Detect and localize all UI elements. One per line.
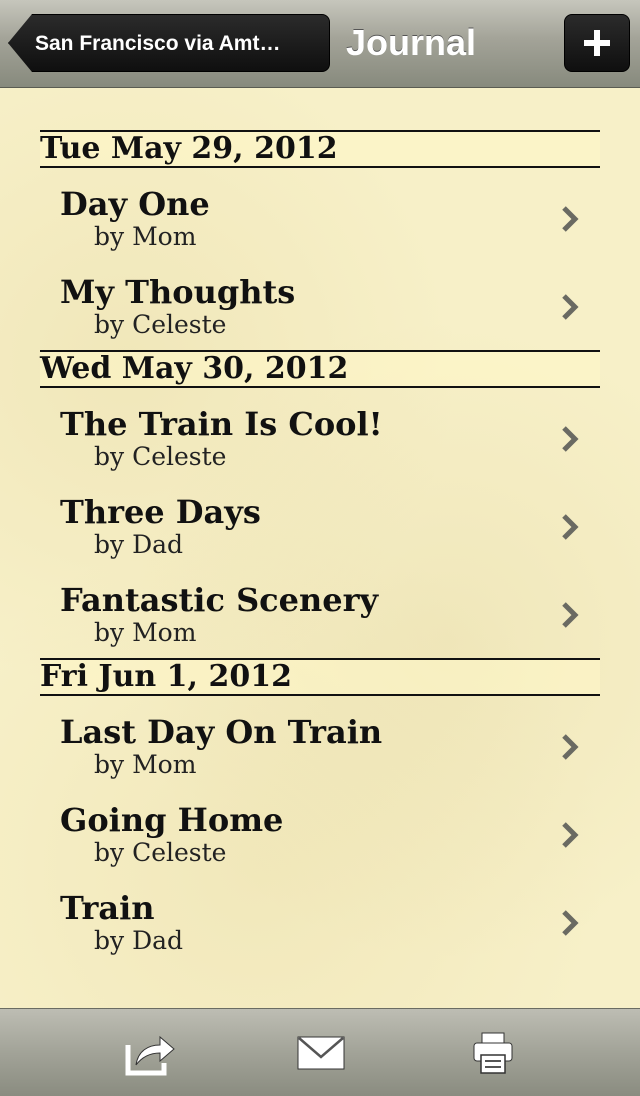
section-header: Fri Jun 1, 2012 [40,658,600,696]
entry-author: by Celeste [94,442,227,471]
entry-author: by Mom [94,618,197,647]
print-icon[interactable] [472,1027,514,1079]
entry-author: by Mom [94,222,197,251]
entry-author: by Celeste [94,310,227,339]
chevron-right-icon [562,426,579,452]
list-item[interactable]: Three Days by Dad [0,492,640,580]
entry-title: The Train Is Cool! [60,405,383,443]
chevron-right-icon [562,294,579,320]
chevron-right-icon [562,514,579,540]
entry-author: by Dad [94,530,184,559]
list-item[interactable]: Going Home by Celeste [0,800,640,888]
entry-author: by Mom [94,750,197,779]
list-item[interactable]: Day One by Mom [0,184,640,272]
entry-title: Three Days [60,493,261,531]
bottom-toolbar [0,1008,640,1096]
mail-icon[interactable] [296,1027,346,1079]
back-button-label: San Francisco via Amt… [35,32,281,55]
chevron-right-icon [562,734,579,760]
back-button[interactable]: San Francisco via Amt… [8,14,330,72]
entry-author: by Dad [94,926,184,955]
list-item[interactable]: Train by Dad [0,888,640,976]
entry-title: Going Home [60,801,284,839]
list-item[interactable]: Last Day On Train by Mom [0,712,640,800]
list-item[interactable]: Fantastic Scenery by Mom [0,580,640,668]
chevron-right-icon [562,206,579,232]
entry-title: Last Day On Train [60,713,383,751]
share-icon[interactable] [124,1027,178,1079]
page-title: Journal [346,22,477,63]
entry-title: Day One [60,185,210,223]
section-header: Tue May 29, 2012 [40,130,600,168]
entry-title: My Thoughts [60,273,296,311]
add-entry-button[interactable] [564,14,630,72]
navigation-bar: San Francisco via Amt… Journal [0,0,640,88]
chevron-right-icon [562,822,579,848]
journal-list: Tue May 29, 2012 Day One by Mom My Thoug… [0,88,640,1008]
entry-author: by Celeste [94,838,227,867]
list-item[interactable]: The Train Is Cool! by Celeste [0,404,640,492]
list-item[interactable]: My Thoughts by Celeste [0,272,640,360]
chevron-right-icon [562,602,579,628]
entry-title: Fantastic Scenery [60,581,379,619]
entry-title: Train [60,889,155,927]
chevron-right-icon [562,910,579,936]
section-date: Wed May 30, 2012 [40,351,349,386]
section-date: Fri Jun 1, 2012 [40,659,292,694]
section-header: Wed May 30, 2012 [40,350,600,388]
section-date: Tue May 29, 2012 [40,131,338,166]
